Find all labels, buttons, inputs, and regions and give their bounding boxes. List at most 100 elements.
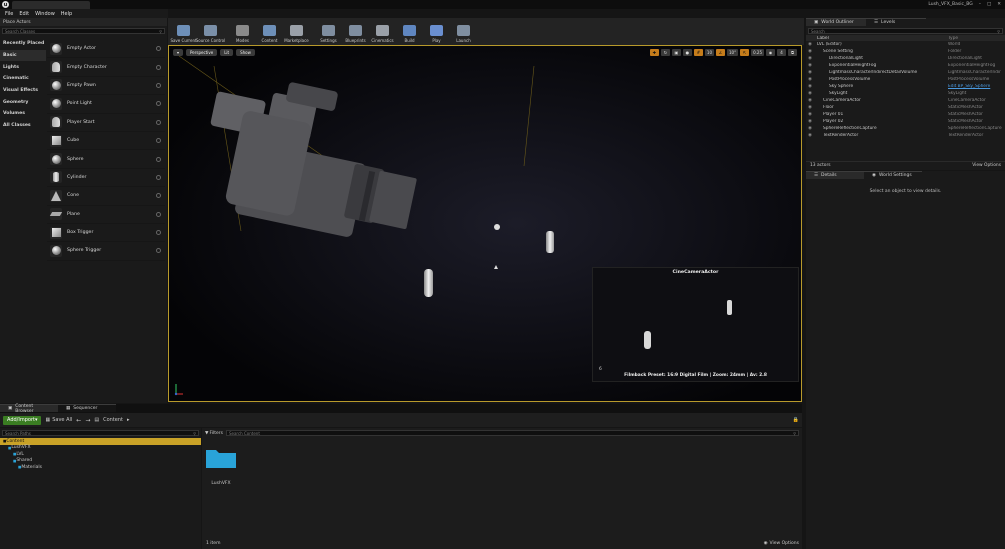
- scale-snap-value[interactable]: 0.25: [751, 49, 764, 56]
- viewport-menu-button[interactable]: ▾: [173, 49, 184, 56]
- filters-button[interactable]: ▼ Filters: [205, 431, 223, 436]
- tab-sequencer[interactable]: ▦ Sequencer: [58, 404, 116, 412]
- category-cinematic[interactable]: Cinematic: [0, 73, 46, 85]
- tab-levels[interactable]: ☰ Levels: [866, 18, 926, 26]
- folder-tile[interactable]: LushVFX: [205, 445, 237, 487]
- search-paths-input[interactable]: Search Paths ⚲: [2, 430, 199, 436]
- category-volumes[interactable]: Volumes: [0, 108, 46, 120]
- outliner-row[interactable]: ◉ SkyLight SkyLight: [806, 90, 1005, 97]
- grid-snap-toggle[interactable]: #: [693, 49, 703, 56]
- info-icon[interactable]: [156, 156, 161, 162]
- maximize-viewport-icon[interactable]: ⧉: [788, 49, 797, 56]
- toolbar-source-control-button[interactable]: Source Control: [196, 18, 225, 45]
- info-icon[interactable]: [156, 46, 161, 52]
- eye-icon[interactable]: ◉: [806, 133, 815, 138]
- lit-button[interactable]: Lit: [220, 49, 234, 56]
- actor-item-empty-actor[interactable]: Empty Actor: [47, 40, 165, 59]
- asset-view-options[interactable]: ◉ View Options: [764, 541, 799, 546]
- actor-item-sphere-trigger[interactable]: Sphere Trigger: [47, 242, 165, 261]
- camera-speed-icon[interactable]: ◉: [766, 49, 775, 56]
- add-import-button[interactable]: Add/Import ▾: [3, 415, 42, 425]
- outliner-row[interactable]: ◉ Scene Setting Folder: [806, 48, 1005, 55]
- toolbar-play-button[interactable]: Play: [423, 18, 450, 45]
- eye-icon[interactable]: ◉: [806, 42, 815, 47]
- actor-item-sphere[interactable]: Sphere: [47, 150, 165, 169]
- actor-item-player-start[interactable]: Player Start: [47, 114, 165, 132]
- eye-icon[interactable]: ◉: [806, 105, 815, 110]
- level-tab[interactable]: [12, 1, 90, 9]
- path-content[interactable]: Content: [103, 417, 123, 423]
- eye-icon[interactable]: ◉: [806, 91, 815, 96]
- outliner-row[interactable]: ◉ PostProcessVolume PostProcessVolume: [806, 76, 1005, 83]
- actor-item-plane[interactable]: Plane: [47, 206, 165, 224]
- toolbar-content-button[interactable]: Content: [256, 18, 283, 45]
- outliner-row-type[interactable]: Edit BP_Sky_Sphere: [948, 84, 1005, 89]
- category-basic[interactable]: Basic: [0, 49, 46, 62]
- outliner-row[interactable]: ◉ SphereReflectionCapture SphereReflection…: [806, 125, 1005, 132]
- actor-item-empty-character[interactable]: Empty Character: [47, 58, 165, 77]
- content-search-input[interactable]: Search Content ⚲: [225, 430, 799, 436]
- info-icon[interactable]: [156, 230, 161, 236]
- outliner-row[interactable]: ◉ Player 02 StaticMeshActor: [806, 118, 1005, 125]
- eye-icon[interactable]: ◉: [806, 77, 815, 82]
- close-icon[interactable]: ✕: [997, 2, 1001, 7]
- outliner-row[interactable]: ◉ CineCameraActor CineCameraActor: [806, 97, 1005, 104]
- info-icon[interactable]: [156, 193, 161, 199]
- outliner-row[interactable]: ◉ ExponentialHeightFog ExponentialHeightFo…: [806, 62, 1005, 69]
- info-icon[interactable]: [156, 248, 161, 254]
- toolbar-blueprints-button[interactable]: Blueprints: [342, 18, 369, 45]
- place-actors-tab[interactable]: Place Actors: [0, 18, 167, 26]
- outliner-row[interactable]: ◉ LightmassCharacterIndirectDetailVolume L…: [806, 69, 1005, 76]
- menu-window[interactable]: Window: [35, 11, 55, 17]
- category-visual-effects[interactable]: Visual Effects: [0, 85, 46, 97]
- eye-icon[interactable]: ◉: [806, 70, 815, 75]
- scale-snap-toggle[interactable]: ⇱: [740, 49, 750, 56]
- info-icon[interactable]: [156, 101, 161, 107]
- menu-edit[interactable]: Edit: [19, 11, 29, 17]
- rotate-mode-icon[interactable]: ↻: [660, 49, 670, 56]
- menu-file[interactable]: File: [5, 11, 13, 17]
- category-geometry[interactable]: Geometry: [0, 96, 46, 108]
- eye-icon[interactable]: ◉: [806, 119, 815, 124]
- toolbar-save-current-button[interactable]: Save Current: [170, 18, 197, 45]
- forward-arrow-icon[interactable]: →: [85, 417, 90, 424]
- rotation-snap-toggle[interactable]: ∠: [716, 49, 725, 56]
- actor-item-cone[interactable]: Cone: [47, 187, 165, 206]
- rotation-snap-value[interactable]: 10°: [727, 49, 739, 56]
- outliner-row[interactable]: ◉ Sky Sphere Edit BP_Sky_Sphere: [806, 83, 1005, 90]
- tab-world-outliner[interactable]: ▣ World Outliner: [806, 18, 866, 26]
- maximize-icon[interactable]: □: [987, 2, 991, 7]
- unreal-logo[interactable]: u: [2, 1, 9, 8]
- eye-icon[interactable]: ◉: [806, 112, 815, 117]
- category-lights[interactable]: Lights: [0, 61, 46, 73]
- perspective-button[interactable]: Perspective: [186, 49, 218, 56]
- info-icon[interactable]: [156, 138, 161, 144]
- world-local-icon[interactable]: ●: [682, 49, 692, 56]
- eye-icon[interactable]: ◉: [806, 126, 815, 131]
- back-arrow-icon[interactable]: ←: [76, 417, 81, 424]
- actor-item-cube[interactable]: Cube: [47, 132, 165, 151]
- eye-icon[interactable]: ◉: [806, 56, 815, 61]
- level-viewport[interactable]: ▾ Perspective Lit Show ✚ ↻ ▣ ● # 10 ∠ 10…: [168, 45, 802, 402]
- outliner-search-input[interactable]: Search ⚲: [808, 28, 1003, 34]
- outliner-row[interactable]: ◉ Floor StaticMeshActor: [806, 104, 1005, 111]
- toolbar-marketplace-button[interactable]: Marketplace: [283, 18, 310, 45]
- camera-speed-value[interactable]: 4: [777, 49, 786, 56]
- grid-snap-value[interactable]: 10: [704, 49, 714, 56]
- actor-item-point-light[interactable]: Point Light: [47, 95, 165, 114]
- eye-icon[interactable]: ◉: [806, 84, 815, 89]
- path-chevron-icon[interactable]: ▸: [127, 417, 130, 423]
- outliner-row[interactable]: ◉ Player 01 StaticMeshActor: [806, 111, 1005, 118]
- outliner-row[interactable]: ◉ TextRenderActor TextRenderActor: [806, 132, 1005, 139]
- actor-item-empty-pawn[interactable]: Empty Pawn: [47, 77, 165, 96]
- toolbar-launch-button[interactable]: Launch: [450, 18, 477, 45]
- menu-help[interactable]: Help: [61, 11, 72, 17]
- category-all-classes[interactable]: All Classes: [0, 120, 46, 132]
- outliner-row[interactable]: ◉ DirectionalLight DirectionalLight: [806, 55, 1005, 62]
- translate-mode-icon[interactable]: ✚: [649, 49, 659, 56]
- outliner-row[interactable]: ◉ LVL (Editor) World: [806, 41, 1005, 48]
- eye-icon[interactable]: ◉: [806, 63, 815, 68]
- folder-tree-item[interactable]: ■ Materials: [0, 464, 201, 471]
- class-search-input[interactable]: Search Classes ⚲: [2, 28, 165, 34]
- actor-item-cylinder[interactable]: Cylinder: [47, 169, 165, 188]
